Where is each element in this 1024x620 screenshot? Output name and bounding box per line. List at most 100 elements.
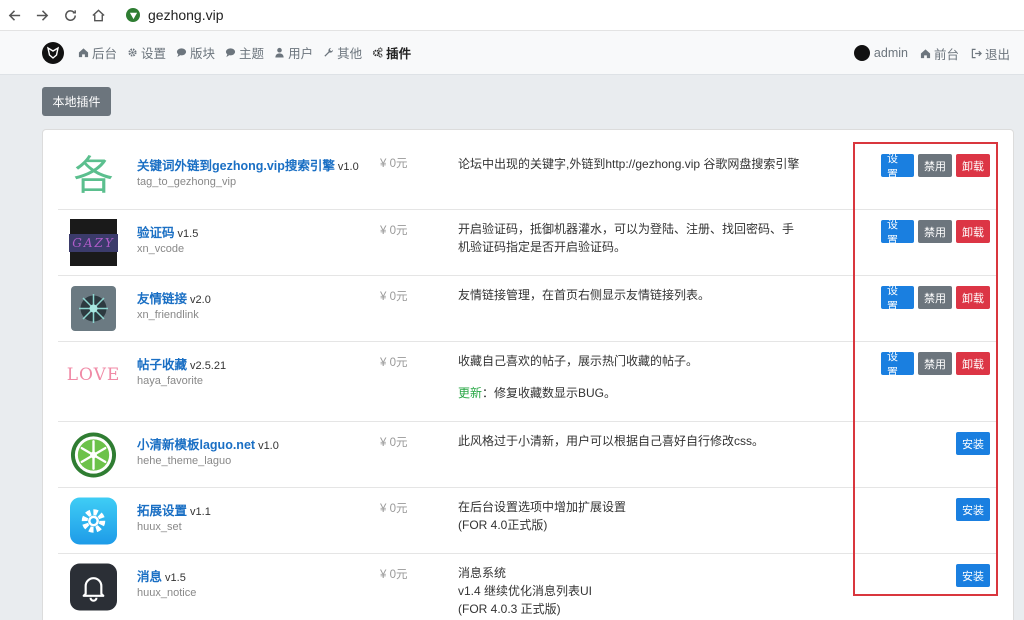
plugin-thumbnail bbox=[70, 563, 117, 610]
nav-item-label: 其他 bbox=[337, 47, 363, 61]
nav-item-users[interactable]: 用户 bbox=[274, 43, 313, 62]
nav-item-other[interactable]: 其他 bbox=[323, 43, 362, 62]
plugin-version: v1.0 bbox=[258, 440, 279, 452]
user-link[interactable]: admin bbox=[853, 45, 908, 61]
plugin-description: 友情链接管理，在首页右侧显示友情链接列表。 bbox=[458, 286, 803, 304]
cogs-icon bbox=[372, 47, 383, 58]
plugin-title-block: 消息 v1.5 huux_notice bbox=[137, 566, 196, 599]
home-icon bbox=[78, 47, 89, 58]
plugin-actions: 设置 禁用 卸载 bbox=[877, 285, 990, 313]
home-icon[interactable] bbox=[84, 1, 112, 29]
plugin-description: 消息系统 v1.4 继续优化消息列表UI (FOR 4.0.3 正式版) bbox=[458, 564, 803, 618]
disable-button[interactable]: 禁用 bbox=[918, 154, 952, 177]
plugin-name-link[interactable]: 验证码 bbox=[137, 226, 175, 240]
update-text: ：修复收藏数显示BUG。 bbox=[482, 386, 617, 400]
front-label: 前台 bbox=[933, 47, 959, 62]
browser-toolbar: gezhong.vip bbox=[0, 0, 1024, 31]
description-line: 在后台设置选项中增加扩展设置 bbox=[458, 500, 627, 514]
plugin-dir: haya_favorite bbox=[137, 375, 204, 387]
uninstall-button[interactable]: 卸载 bbox=[956, 220, 990, 243]
plugin-price: ¥ 0元 bbox=[380, 158, 408, 170]
front-link[interactable]: 前台 bbox=[920, 44, 959, 63]
plugin-actions: 设置 禁用 卸载 bbox=[877, 153, 990, 181]
nav-item-admin[interactable]: 后台 bbox=[78, 43, 117, 62]
user-menu: admin 前台 退出 bbox=[842, 31, 1010, 75]
plugin-price: ¥ 0元 bbox=[380, 437, 408, 449]
table-row: 小清新模板laguo.net v1.0 hehe_theme_laguo ¥ 0元 此风… bbox=[58, 422, 998, 488]
plugin-name-link[interactable]: 关键词外链到gezhong.vip搜索引擎 bbox=[137, 159, 335, 173]
description-line: v1.4 继续优化消息列表UI bbox=[458, 584, 593, 598]
url-text: gezhong.vip bbox=[148, 7, 224, 23]
plugin-name-link[interactable]: 友情链接 bbox=[137, 292, 187, 306]
plugin-version: v1.1 bbox=[190, 506, 211, 518]
settings-button[interactable]: 设置 bbox=[881, 351, 914, 379]
plugin-price: ¥ 0元 bbox=[380, 357, 408, 369]
plugin-version: v1.5 bbox=[177, 228, 199, 240]
back-icon[interactable] bbox=[0, 1, 28, 29]
plugin-dir: xn_vcode bbox=[137, 243, 185, 255]
address-bar[interactable]: gezhong.vip bbox=[118, 3, 232, 27]
plugin-name-link[interactable]: 消息 bbox=[137, 570, 162, 584]
description-line: (FOR 4.0正式版) bbox=[458, 518, 548, 532]
logout-link[interactable]: 退出 bbox=[971, 44, 1010, 63]
plugin-name-link[interactable]: 帖子收藏 bbox=[137, 358, 187, 372]
nav-item-forums[interactable]: 版块 bbox=[176, 43, 215, 62]
plugin-dir: huux_notice bbox=[137, 587, 197, 599]
update-label: 更新 bbox=[458, 386, 483, 400]
plugin-description: 开启验证码，抵御机器灌水，可以为登陆、注册、找回密码、手机验证码指定是否开启验证… bbox=[458, 220, 803, 256]
install-button[interactable]: 安装 bbox=[956, 564, 990, 587]
plugin-title-block: 小清新模板laguo.net v1.0 hehe_theme_laguo bbox=[137, 434, 279, 467]
uninstall-button[interactable]: 卸载 bbox=[956, 286, 990, 309]
nav-item-plugins[interactable]: 插件 bbox=[372, 43, 411, 62]
comment-icon bbox=[176, 47, 187, 58]
site-logo-icon[interactable] bbox=[42, 41, 64, 64]
plugin-name-link[interactable]: 小清新模板laguo.net bbox=[137, 438, 255, 452]
nav-item-label: 版块 bbox=[190, 47, 216, 61]
wrench-icon bbox=[323, 47, 334, 58]
plugin-actions: 安装 bbox=[952, 432, 990, 455]
user-icon bbox=[274, 47, 285, 58]
local-plugins-button[interactable]: 本地插件 bbox=[42, 87, 111, 116]
admin-navbar: 后台 设置 版块 主题 用户 其他 插件 admin 前台 退出 bbox=[0, 31, 1024, 75]
plugin-actions: 安装 bbox=[952, 564, 990, 587]
description-text: 友情链接管理，在首页右侧显示友情链接列表。 bbox=[458, 288, 711, 302]
nav-item-settings[interactable]: 设置 bbox=[127, 43, 166, 62]
description-text: 收藏自己喜欢的帖子，展示热门收藏的帖子。 bbox=[458, 354, 699, 368]
description-line: 消息系统 bbox=[458, 566, 507, 580]
plugin-price: ¥ 0元 bbox=[380, 291, 408, 303]
plugin-version: v1.5 bbox=[165, 572, 186, 584]
plugin-description: 收藏自己喜欢的帖子，展示热门收藏的帖子。 更新：修复收藏数显示BUG。 bbox=[458, 352, 803, 402]
settings-button[interactable]: 设置 bbox=[881, 219, 914, 247]
description-text: 此风格过于小清新，用户可以根据自己喜好自行修改css。 bbox=[458, 434, 765, 448]
gear-icon bbox=[127, 47, 138, 58]
plugin-title-block: 拓展设置 v1.1 huux_set bbox=[137, 500, 211, 533]
plugin-version: v1.0 bbox=[337, 161, 359, 173]
table-row: 友情链接 v2.0 xn_friendlink ¥ 0元 友情链接管理，在首页右侧显示友… bbox=[58, 276, 998, 342]
plugin-name-link[interactable]: 拓展设置 bbox=[137, 504, 187, 518]
user-name: admin bbox=[873, 46, 908, 60]
plugin-thumbnail bbox=[70, 431, 117, 478]
love-logo-text: LOVE bbox=[66, 364, 121, 385]
plugin-dir: hehe_theme_laguo bbox=[137, 455, 232, 467]
nav-item-label: 设置 bbox=[141, 47, 167, 61]
reload-icon[interactable] bbox=[56, 1, 84, 29]
forward-icon[interactable] bbox=[28, 1, 56, 29]
uninstall-button[interactable]: 卸载 bbox=[956, 352, 990, 375]
plugin-version: v2.0 bbox=[190, 294, 211, 306]
settings-button[interactable]: 设置 bbox=[881, 285, 914, 313]
plugin-actions: 安装 bbox=[952, 498, 990, 521]
disable-button[interactable]: 禁用 bbox=[918, 352, 952, 375]
uninstall-button[interactable]: 卸载 bbox=[956, 154, 990, 177]
install-button[interactable]: 安装 bbox=[956, 498, 990, 521]
description-text: 开启验证码，抵御机器灌水，可以为登陆、注册、找回密码、手机验证码指定是否开启验证… bbox=[458, 222, 795, 254]
plugin-actions: 设置 禁用 卸载 bbox=[877, 219, 990, 247]
disable-button[interactable]: 禁用 bbox=[918, 220, 952, 243]
plugin-title-block: 友情链接 v2.0 xn_friendlink bbox=[137, 288, 211, 321]
settings-button[interactable]: 设置 bbox=[881, 153, 914, 181]
nav-item-threads[interactable]: 主题 bbox=[225, 43, 264, 62]
plugin-dir: tag_to_gezhong_vip bbox=[137, 176, 237, 188]
install-button[interactable]: 安装 bbox=[956, 432, 990, 455]
plugin-logo-text: 各 bbox=[73, 152, 114, 199]
disable-button[interactable]: 禁用 bbox=[918, 286, 952, 309]
plugin-thumbnail: LOVE bbox=[67, 351, 120, 398]
